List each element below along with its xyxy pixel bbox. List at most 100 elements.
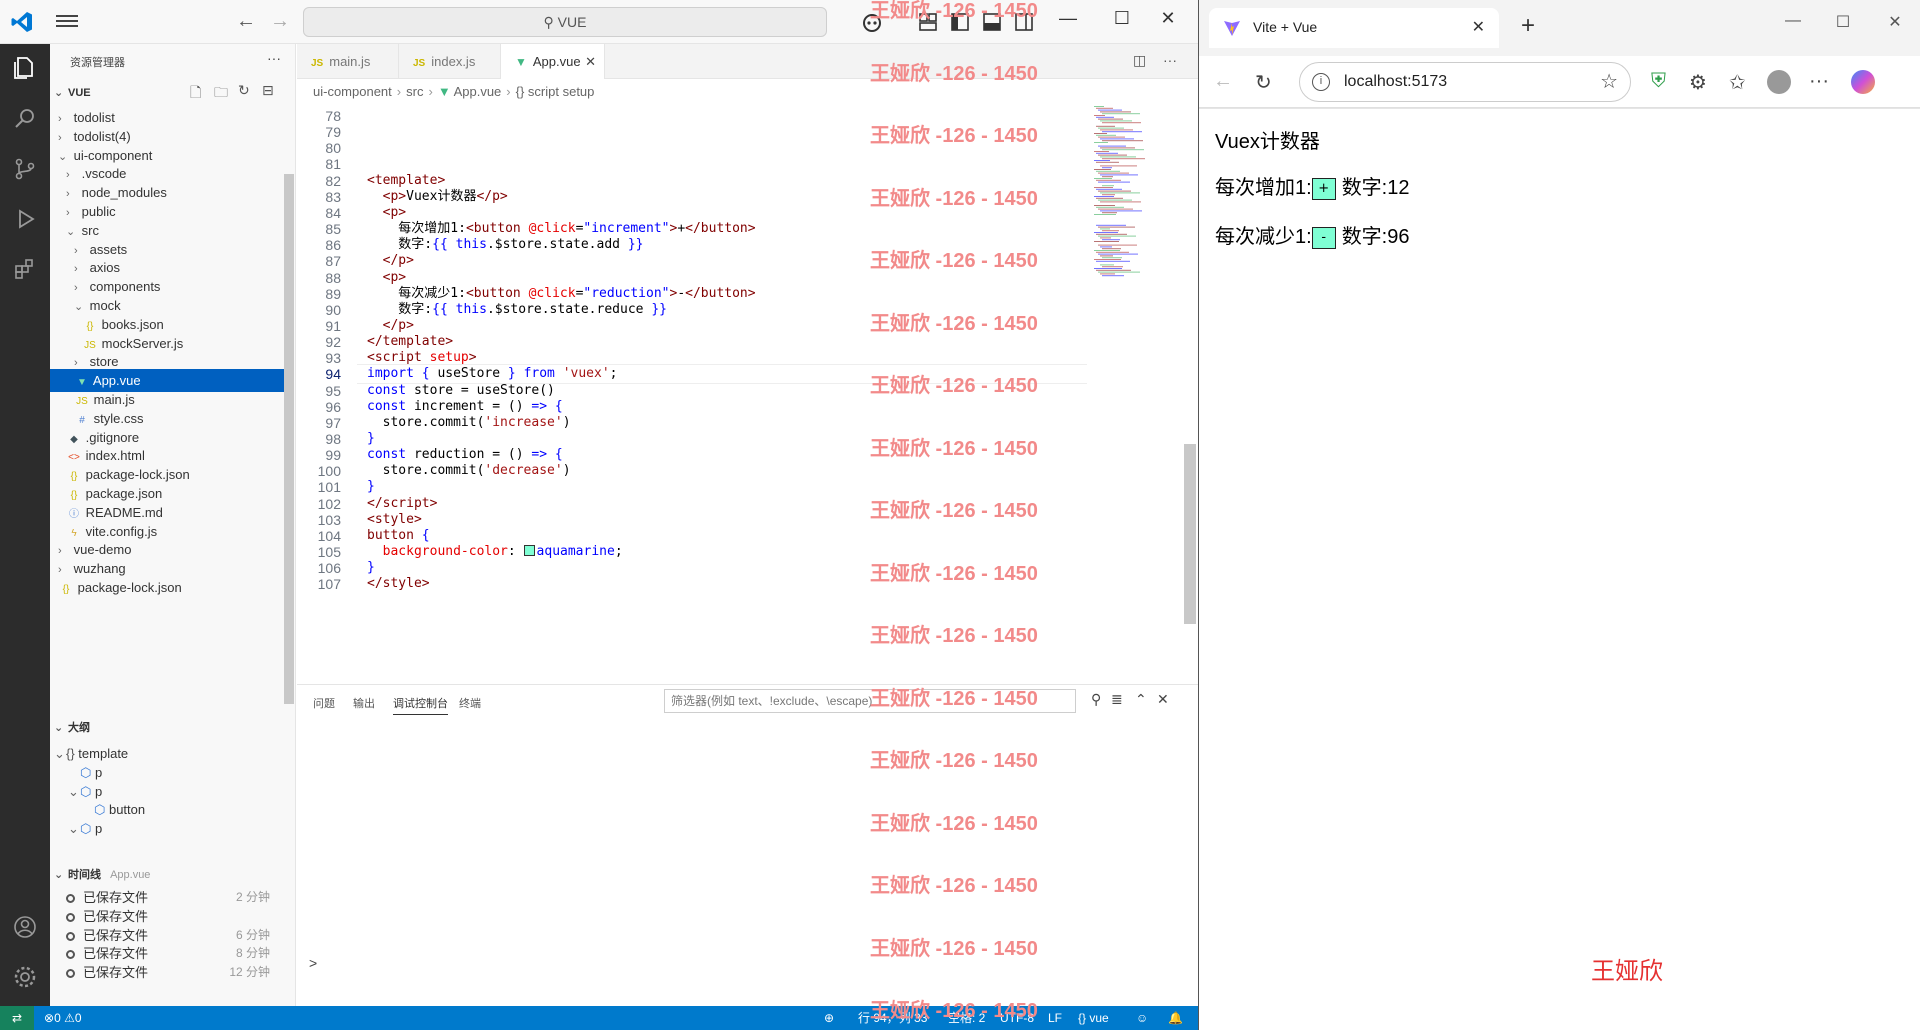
tree-item[interactable]: {} package-lock.json [50, 576, 284, 599]
remote-icon[interactable]: ⇄ [0, 1006, 34, 1030]
outline-item-label: p [94, 821, 103, 837]
minimap-line [1094, 133, 1107, 134]
minimap[interactable] [1092, 106, 1152, 366]
sidebar-scrollbar[interactable] [284, 174, 294, 704]
browser-minimize-button[interactable]: — [1773, 12, 1813, 30]
minimize-button[interactable]: — [1048, 8, 1088, 29]
close-tab-icon[interactable]: ✕ [585, 44, 596, 79]
reload-icon[interactable]: ↻ [1255, 70, 1272, 95]
close-tab-icon[interactable]: ✕ [1472, 17, 1485, 37]
new-file-icon[interactable]: 🗋 [190, 82, 201, 106]
split-editor-icon[interactable]: ◫ [1133, 52, 1146, 69]
more-actions-icon[interactable]: ··· [267, 50, 281, 66]
new-folder-icon[interactable]: 🗀 [214, 82, 228, 106]
customize-layout-icon[interactable] [916, 10, 940, 34]
site-info-icon[interactable]: i [1312, 73, 1330, 91]
breadcrumb-item[interactable]: ui-component [313, 84, 392, 99]
collapse-all-icon[interactable]: ⊟ [262, 82, 274, 99]
breadcrumb-item[interactable]: src [406, 84, 423, 99]
code-editor[interactable]: 78 79 80 81 82 <template> 83 <p>Vuex计数器</p> 84 … [297, 106, 1087, 746]
back-arrow-icon[interactable]: ← [1213, 70, 1233, 93]
increment-button[interactable]: + [1311, 177, 1336, 200]
close-window-button[interactable]: ✕ [1148, 8, 1188, 29]
tree-item-label: node_modules [78, 185, 167, 201]
outline-item[interactable]: ⌄⬡ p [50, 817, 102, 840]
outline-section-header[interactable]: ⌄ 大纲 [54, 719, 90, 735]
breadcrumb-item[interactable]: script setup [528, 84, 594, 99]
outline-item-label: p [94, 764, 103, 780]
console-prompt[interactable]: > [309, 955, 317, 971]
extensions-puzzle-icon[interactable]: ⚙ [1689, 70, 1707, 95]
back-arrow-icon[interactable]: ← [236, 10, 256, 33]
panel-tab[interactable]: 问题 [313, 695, 335, 711]
vue-file-icon: ▼ [437, 84, 454, 99]
settings-gear-icon[interactable] [12, 964, 38, 990]
menu-icon[interactable] [56, 12, 78, 32]
search-view-icon[interactable] [12, 106, 38, 132]
browser-tab[interactable]: Vite + Vue ✕ [1209, 8, 1499, 48]
minimap-line [1100, 210, 1142, 212]
vue-file-icon: ▼ [515, 55, 527, 69]
panel-tab[interactable]: 终端 [459, 695, 481, 711]
workspace-root[interactable]: ⌄ VUE [54, 86, 91, 99]
increment-count-label: 数字: [1341, 177, 1388, 199]
panel-tab[interactable]: 调试控制台 [393, 695, 448, 715]
problems-indicator[interactable]: ⊗0 ⚠0 [44, 1006, 82, 1030]
source-control-icon[interactable] [12, 156, 38, 182]
maximize-button[interactable]: ☐ [1102, 8, 1142, 29]
toggle-secondary-sidebar-icon[interactable] [1012, 10, 1036, 34]
minimap-line [1100, 237, 1111, 239]
debug-console-filter-input[interactable]: 筛选器(例如 text、!exclude、\escape) [664, 689, 1076, 713]
language-mode[interactable]: {} vue [1078, 1006, 1109, 1030]
favorites-icon[interactable]: ✩ [1729, 70, 1746, 95]
address-bar[interactable]: i localhost:5173 ☆ [1299, 62, 1631, 102]
chevron-up-icon[interactable]: ⌃ [1135, 691, 1147, 708]
browser-maximize-button[interactable]: ☐ [1823, 12, 1863, 32]
more-actions-icon[interactable]: ··· [1163, 52, 1177, 68]
copilot-icon[interactable] [860, 10, 884, 34]
refresh-icon[interactable]: ↻ [238, 82, 250, 99]
toggle-panel-icon[interactable] [980, 10, 1004, 34]
extensions-icon[interactable] [12, 256, 38, 282]
close-panel-icon[interactable]: ✕ [1157, 691, 1169, 708]
notifications-bell-icon[interactable]: 🔔 [1168, 1006, 1183, 1030]
editor-tab[interactable]: JS main.js [297, 44, 399, 79]
zoom-icon[interactable]: ⊕ [824, 1006, 834, 1030]
command-center-search[interactable]: ⚲ VUE [303, 7, 827, 37]
editor-tab[interactable]: ▼ App.vue ✕ [501, 44, 605, 79]
encoding[interactable]: UTF-8 [1000, 1006, 1034, 1030]
forward-arrow-icon[interactable]: → [270, 10, 290, 33]
minimap-line [1094, 169, 1111, 170]
clear-console-icon[interactable]: ≣ [1111, 691, 1123, 708]
search-icon[interactable]: ⚲ [1091, 691, 1101, 708]
minimap-line [1096, 197, 1123, 199]
settings-more-icon[interactable]: ··· [1809, 70, 1829, 93]
decrement-button[interactable]: - [1311, 226, 1336, 249]
indentation[interactable]: 空格: 2 [948, 1006, 985, 1030]
browser-close-button[interactable]: ✕ [1875, 12, 1915, 32]
copilot-icon[interactable] [1851, 70, 1875, 94]
timeline-section-header[interactable]: ⌄ 时间线 App.vue [54, 866, 150, 882]
new-tab-icon[interactable]: + [1521, 12, 1535, 40]
tree-item-label: components [86, 279, 161, 295]
panel-tab[interactable]: 输出 [353, 695, 375, 711]
tree-item-label: main.js [90, 392, 135, 407]
profile-avatar[interactable] [1767, 70, 1791, 94]
copilot-status-icon[interactable]: ☺ [1136, 1006, 1148, 1030]
explorer-icon[interactable] [12, 54, 38, 80]
run-debug-icon[interactable] [12, 206, 38, 232]
shield-extension-icon[interactable]: ⛨ [1651, 70, 1666, 93]
editor-scrollbar[interactable] [1184, 444, 1196, 624]
timeline-item[interactable]: 已保存文件 12 分钟 [50, 961, 284, 984]
eol[interactable]: LF [1048, 1006, 1062, 1030]
page-viewport: Vuex计数器 每次增加1: + 数字:12 每次减少1: - 数字:96 王娅欣 [1199, 108, 1920, 1030]
editor-tab[interactable]: JS index.js [399, 44, 501, 79]
toggle-primary-sidebar-icon[interactable] [948, 10, 972, 34]
editor-tab-label: App.vue [532, 54, 581, 69]
minimap-line [1098, 235, 1136, 237]
favorite-star-icon[interactable]: ☆ [1600, 69, 1618, 94]
account-icon[interactable] [12, 914, 38, 940]
breadcrumb-item[interactable]: App.vue [454, 84, 502, 99]
tree-item-label: assets [86, 241, 128, 257]
cursor-position[interactable]: 行 94，列 33 [858, 1006, 927, 1030]
